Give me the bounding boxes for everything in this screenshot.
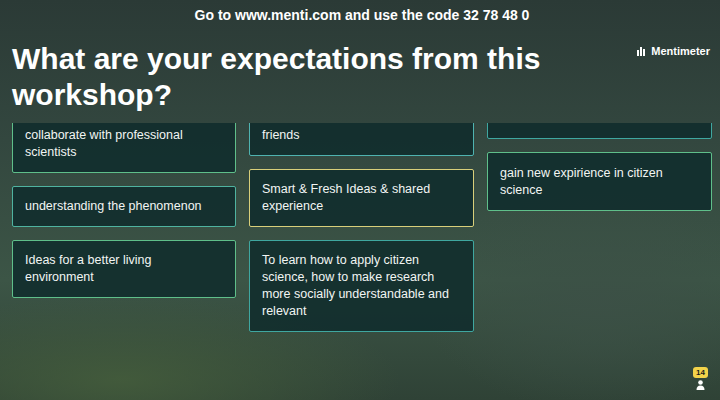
- answer-text: gain new expirience in citizen science: [500, 165, 699, 199]
- answer-column: collaborate with professional scientists…: [12, 123, 236, 345]
- answer-column: gain new expirience in citizen science: [487, 123, 712, 345]
- menti-url: www.menti.com: [235, 7, 341, 23]
- presentation-slide: Go to www.menti.com and use the code 32 …: [0, 0, 720, 400]
- person-icon: [696, 380, 705, 390]
- answer-text: Smart & Fresh Ideas & shared experience: [262, 181, 461, 215]
- answer-card: friends: [249, 123, 474, 156]
- answer-card: gain new expirience in citizen science: [487, 152, 712, 211]
- answer-text: To learn how to apply citizen science, h…: [262, 252, 461, 320]
- mentimeter-logo[interactable]: Mentimeter: [637, 45, 712, 57]
- answer-card: collaborate with professional scientists: [12, 123, 236, 173]
- answer-card: [487, 123, 712, 139]
- answer-column: friends Smart & Fresh Ideas & shared expe…: [249, 123, 474, 345]
- participant-count: 14: [693, 367, 708, 378]
- answer-text: Ideas for a better living environment: [25, 252, 223, 286]
- instruction-text: and use the code: [341, 7, 463, 23]
- logo-text: Mentimeter: [651, 45, 710, 57]
- instruction-text: Go to: [195, 7, 235, 23]
- join-instruction: Go to www.menti.com and use the code 32 …: [12, 0, 712, 27]
- mentimeter-icon: [637, 47, 647, 56]
- answer-text: collaborate with professional scientists: [25, 127, 223, 161]
- slide-title: What are your expectations from this wor…: [12, 41, 572, 113]
- answer-card: To learn how to apply citizen science, h…: [249, 240, 474, 332]
- answer-card: Smart & Fresh Ideas & shared experience: [249, 169, 474, 227]
- answer-card: understanding the phenomenon: [12, 186, 236, 227]
- answer-text: friends: [262, 127, 461, 144]
- title-row: What are your expectations from this wor…: [12, 41, 712, 113]
- answer-text: understanding the phenomenon: [25, 198, 223, 215]
- answer-card: Ideas for a better living environment: [12, 240, 236, 298]
- participant-counter: 14: [693, 367, 708, 390]
- join-code: 32 78 48 0: [463, 7, 529, 23]
- answer-cards: collaborate with professional scientists…: [12, 123, 712, 345]
